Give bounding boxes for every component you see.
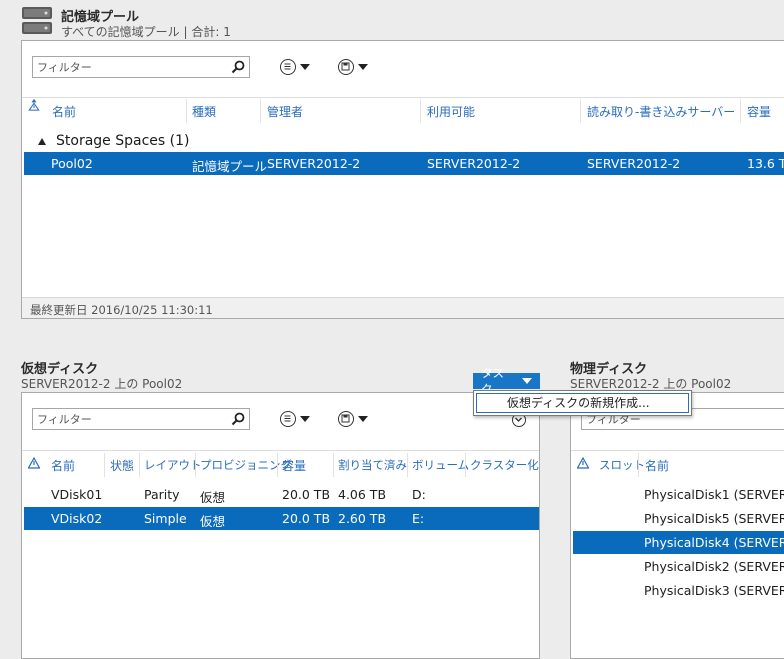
vdisk-filter-input[interactable] — [33, 409, 249, 429]
group-collapse-icon[interactable] — [38, 138, 46, 145]
vdisk-allocated: 2.60 TB — [338, 511, 387, 526]
vdisk-col-allocated[interactable]: 割り当て済み — [338, 457, 407, 473]
pool-view-options-button[interactable] — [280, 57, 322, 77]
pool-save-query-button[interactable] — [338, 57, 380, 77]
table-row[interactable]: PhysicalDisk3 (SERVER2 — [573, 579, 784, 602]
pdisk-name: PhysicalDisk1 (SERVER2 — [644, 487, 784, 502]
vdisk-col-name[interactable]: 名前 — [51, 457, 75, 474]
pool-type: 記憶域プール — [192, 159, 268, 174]
vdisk-provisioning: 仮想 — [200, 514, 226, 529]
physical-disk-panel: スロット 名前 PhysicalDisk1 (SERVER2 PhysicalD… — [570, 392, 784, 659]
chevron-down-icon — [300, 416, 310, 422]
chevron-down-icon — [522, 378, 532, 384]
pool-col-capacity[interactable]: 容量 — [747, 103, 771, 120]
pool-col-admin[interactable]: 管理者 — [267, 103, 303, 120]
table-row[interactable]: PhysicalDisk5 (SERVER2 — [573, 507, 784, 530]
virtual-disk-panel: 名前 状態 レイアウト プロビジョニング 容量 割り当て済み ボリューム クラス… — [21, 392, 540, 659]
vdisk-layout: Parity — [144, 487, 180, 502]
vdisk-allocated: 4.06 TB — [338, 487, 387, 502]
group-header[interactable]: Storage Spaces (1) — [56, 133, 189, 149]
list-options-icon — [280, 59, 296, 75]
warning-sort-icon[interactable] — [28, 99, 40, 111]
pool-capacity: 13.6 T — [747, 156, 784, 171]
pool-available: SERVER2012-2 — [427, 156, 521, 171]
vdisk-name: VDisk02 — [51, 511, 103, 526]
pool-col-rw-server[interactable]: 読み取り-書き込みサーバー — [587, 103, 735, 120]
pool-section-subtitle: すべての記憶域プール | 合計: 1 — [61, 25, 231, 39]
table-row[interactable]: VDisk02 Simple 仮想 20.0 TB 2.60 TB E: — [24, 507, 539, 530]
pool-filter-input[interactable] — [33, 57, 249, 77]
pdisk-col-name[interactable]: 名前 — [645, 457, 669, 474]
table-row[interactable]: PhysicalDisk1 (SERVER2 — [573, 483, 784, 506]
save-icon — [338, 59, 354, 75]
pool-footer: 最終更新日 2016/10/25 11:30:11 — [22, 297, 784, 318]
warning-icon[interactable] — [28, 457, 40, 469]
pool-filter-box[interactable] — [32, 56, 250, 78]
search-icon[interactable] — [231, 412, 245, 426]
vdisk-save-query-button[interactable] — [338, 409, 380, 429]
pool-col-available[interactable]: 利用可能 — [427, 103, 475, 120]
vdisk-capacity: 20.0 TB — [282, 487, 331, 502]
table-row[interactable]: PhysicalDisk4 (SERVER2 — [573, 531, 784, 554]
vdisk-filter-box[interactable] — [32, 408, 250, 430]
save-icon — [338, 411, 354, 427]
list-options-icon — [280, 411, 296, 427]
tasks-dropdown-menu: 仮想ディスクの新規作成... — [473, 390, 692, 416]
warning-icon[interactable] — [577, 457, 589, 469]
chevron-down-icon — [358, 416, 368, 422]
vdisk-col-layout[interactable]: レイアウト — [144, 457, 202, 473]
vdisk-col-volume[interactable]: ボリューム — [412, 457, 469, 473]
chevron-down-icon — [358, 64, 368, 70]
pool-rw-server: SERVER2012-2 — [587, 156, 681, 171]
pdisk-name: PhysicalDisk4 (SERVER2 — [644, 535, 784, 550]
vdisk-volume: D: — [412, 487, 426, 502]
pool-admin: SERVER2012-2 — [267, 156, 361, 171]
tasks-button[interactable]: タスク — [473, 366, 540, 396]
menu-item-new-virtual-disk[interactable]: 仮想ディスクの新規作成... — [476, 393, 689, 413]
search-icon[interactable] — [231, 60, 245, 74]
pool-name: Pool02 — [51, 156, 93, 171]
table-row[interactable]: PhysicalDisk2 (SERVER2 — [573, 555, 784, 578]
storage-pool-panel: 名前 種類 管理者 利用可能 読み取り-書き込みサーバー 容量 Storage … — [21, 40, 784, 319]
vdisk-provisioning: 仮想 — [200, 490, 226, 505]
vdisk-capacity: 20.0 TB — [282, 511, 331, 526]
vdisk-col-capacity[interactable]: 容量 — [282, 457, 306, 474]
last-updated-text: 最終更新日 2016/10/25 11:30:11 — [30, 303, 213, 317]
vdisk-view-options-button[interactable] — [280, 409, 322, 429]
vdisk-col-status[interactable]: 状態 — [110, 457, 134, 474]
pool-col-type[interactable]: 種類 — [192, 103, 216, 120]
pool-col-name[interactable]: 名前 — [52, 103, 76, 120]
vdisk-name: VDisk01 — [51, 487, 103, 502]
pdisk-name: PhysicalDisk3 (SERVER2 — [644, 583, 784, 598]
storage-pool-icon — [21, 5, 53, 37]
vdisk-layout: Simple — [144, 511, 187, 526]
vdisk-col-clustered[interactable]: クラスター化 — [470, 457, 539, 473]
chevron-down-icon — [300, 64, 310, 70]
vdisk-col-provisioning[interactable]: プロビジョニング — [200, 457, 292, 473]
table-row[interactable]: Pool02 記憶域プール SERVER2012-2 SERVER2012-2 … — [24, 152, 784, 175]
vdisk-section-subtitle: SERVER2012-2 上の Pool02 — [21, 377, 183, 391]
table-row[interactable]: VDisk01 Parity 仮想 20.0 TB 4.06 TB D: — [24, 483, 539, 506]
pdisk-name: PhysicalDisk2 (SERVER2 — [644, 559, 784, 574]
vdisk-volume: E: — [412, 511, 425, 526]
pdisk-name: PhysicalDisk5 (SERVER2 — [644, 511, 784, 526]
